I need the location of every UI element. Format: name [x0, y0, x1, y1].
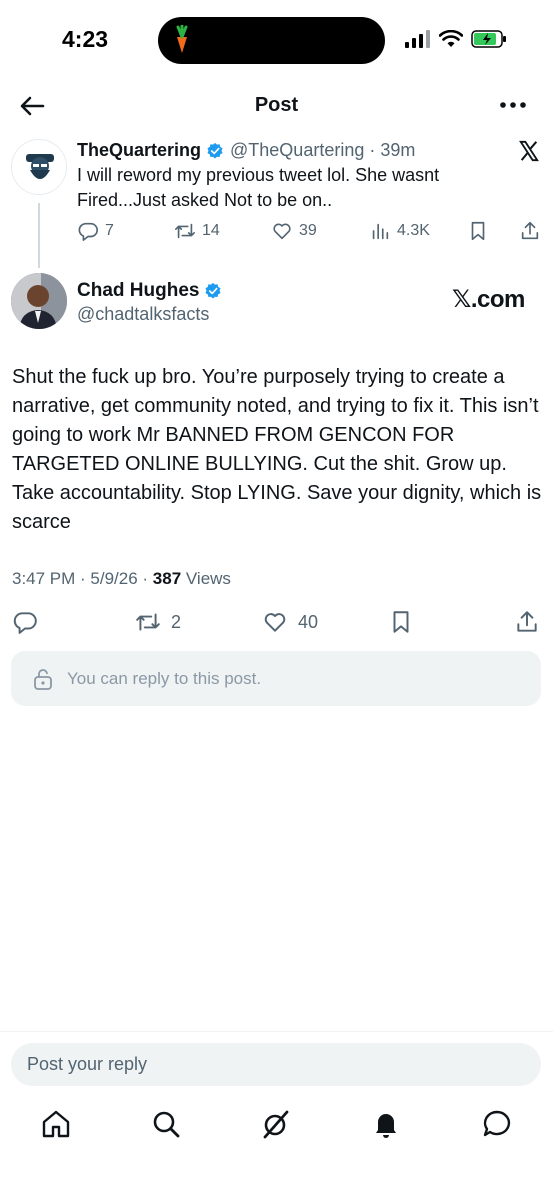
share-icon: [517, 611, 537, 632]
author-name[interactable]: Chad Hughes: [77, 280, 199, 302]
reply-restriction-text: You can reply to this post.: [67, 668, 262, 688]
like-button[interactable]: 40: [262, 609, 318, 635]
reply-restriction-notice: You can reply to this post.: [11, 651, 541, 706]
author-name-row: Chad Hughes: [77, 280, 228, 302]
author-handle[interactable]: @chadtalksfacts: [77, 304, 209, 325]
quoted-header: TheQuartering @TheQuartering · 39m: [77, 140, 415, 161]
like-icon: [264, 613, 286, 632]
quoted-avatar[interactable]: [11, 139, 67, 195]
quoted-share-button[interactable]: [519, 220, 541, 242]
like-count: 40: [298, 611, 319, 632]
quoted-reply-button[interactable]: 7: [77, 220, 114, 242]
bookmark-icon: [471, 221, 485, 241]
home-icon: [42, 1110, 70, 1138]
x-com-badge: 𝕏.com: [452, 286, 525, 313]
x-logo-icon: [519, 140, 539, 162]
page-title: Post: [254, 94, 299, 116]
views-count: 387: [152, 569, 182, 588]
battery-icon: [471, 30, 506, 48]
verified-badge-icon: [207, 142, 223, 159]
quoted-repost-count: 14: [202, 222, 220, 239]
profile-photo: [11, 273, 67, 329]
more-icon[interactable]: [498, 100, 528, 110]
repost-count: 2: [171, 611, 182, 632]
tab-search[interactable]: [150, 1108, 182, 1140]
author-avatar[interactable]: [11, 273, 67, 329]
lock-icon: [34, 668, 52, 690]
search-icon: [153, 1111, 180, 1138]
quoted-handle[interactable]: @TheQuartering: [230, 140, 364, 161]
views-icon: [372, 223, 389, 240]
tweet-timestamp[interactable]: 3:47 PM · 5/9/26 ·: [12, 569, 153, 588]
repost-icon: [136, 613, 160, 631]
like-icon: [273, 223, 291, 240]
bearded-man-icon: [26, 154, 54, 179]
views-label: Views: [181, 569, 231, 588]
quoted-age: 39m: [380, 140, 416, 160]
quoted-like-count: 39: [299, 222, 317, 239]
carrot-app-icon: [176, 25, 188, 53]
quoted-name[interactable]: TheQuartering: [77, 140, 201, 161]
verified-badge-icon: [205, 282, 221, 299]
tab-notifications[interactable]: [370, 1108, 402, 1140]
quoted-bookmark-button[interactable]: [467, 220, 489, 242]
divider: [0, 1031, 553, 1032]
bookmark-button[interactable]: [388, 609, 414, 635]
share-button[interactable]: [514, 609, 540, 635]
reply-input[interactable]: [11, 1043, 541, 1086]
grok-icon: [263, 1110, 289, 1139]
tweet-meta: 3:47 PM · 5/9/26 · 387 Views: [12, 569, 231, 589]
tab-home[interactable]: [40, 1108, 72, 1140]
quoted-views-button[interactable]: 4.3K: [369, 220, 430, 242]
reply-icon: [78, 222, 98, 241]
notifications-icon: [376, 1114, 396, 1138]
status-indicators: [405, 30, 507, 48]
tab-messages[interactable]: [481, 1108, 513, 1140]
tweet-text: Shut the fuck up bro. You’re purposely t…: [12, 366, 542, 533]
quoted-actions: 7 14 39 4.3K: [77, 220, 547, 244]
share-icon: [521, 221, 539, 240]
bottom-tab-bar: [0, 1108, 553, 1144]
repost-icon: [175, 223, 195, 239]
wifi-icon: [439, 30, 463, 47]
bookmark-icon: [393, 611, 409, 633]
quoted-reply-count: 7: [105, 222, 114, 239]
quoted-text: I will reword my previous tweet lol. She…: [77, 165, 440, 210]
dynamic-island: [158, 17, 385, 64]
separator-dot: ·: [364, 140, 381, 160]
tab-grok[interactable]: [260, 1108, 292, 1140]
tweet-actions: 2 40: [12, 609, 542, 637]
reply-button[interactable]: [12, 609, 38, 635]
repost-button[interactable]: 2: [135, 609, 181, 635]
reply-icon: [13, 612, 37, 634]
messages-icon: [483, 1110, 511, 1137]
status-time: 4:23: [62, 26, 109, 52]
quoted-like-button[interactable]: 39: [271, 220, 317, 242]
signal-icon: [405, 30, 430, 48]
quoted-views-count: 4.3K: [397, 222, 430, 239]
thread-connector: [38, 203, 40, 268]
quoted-repost-button[interactable]: 14: [174, 220, 220, 242]
